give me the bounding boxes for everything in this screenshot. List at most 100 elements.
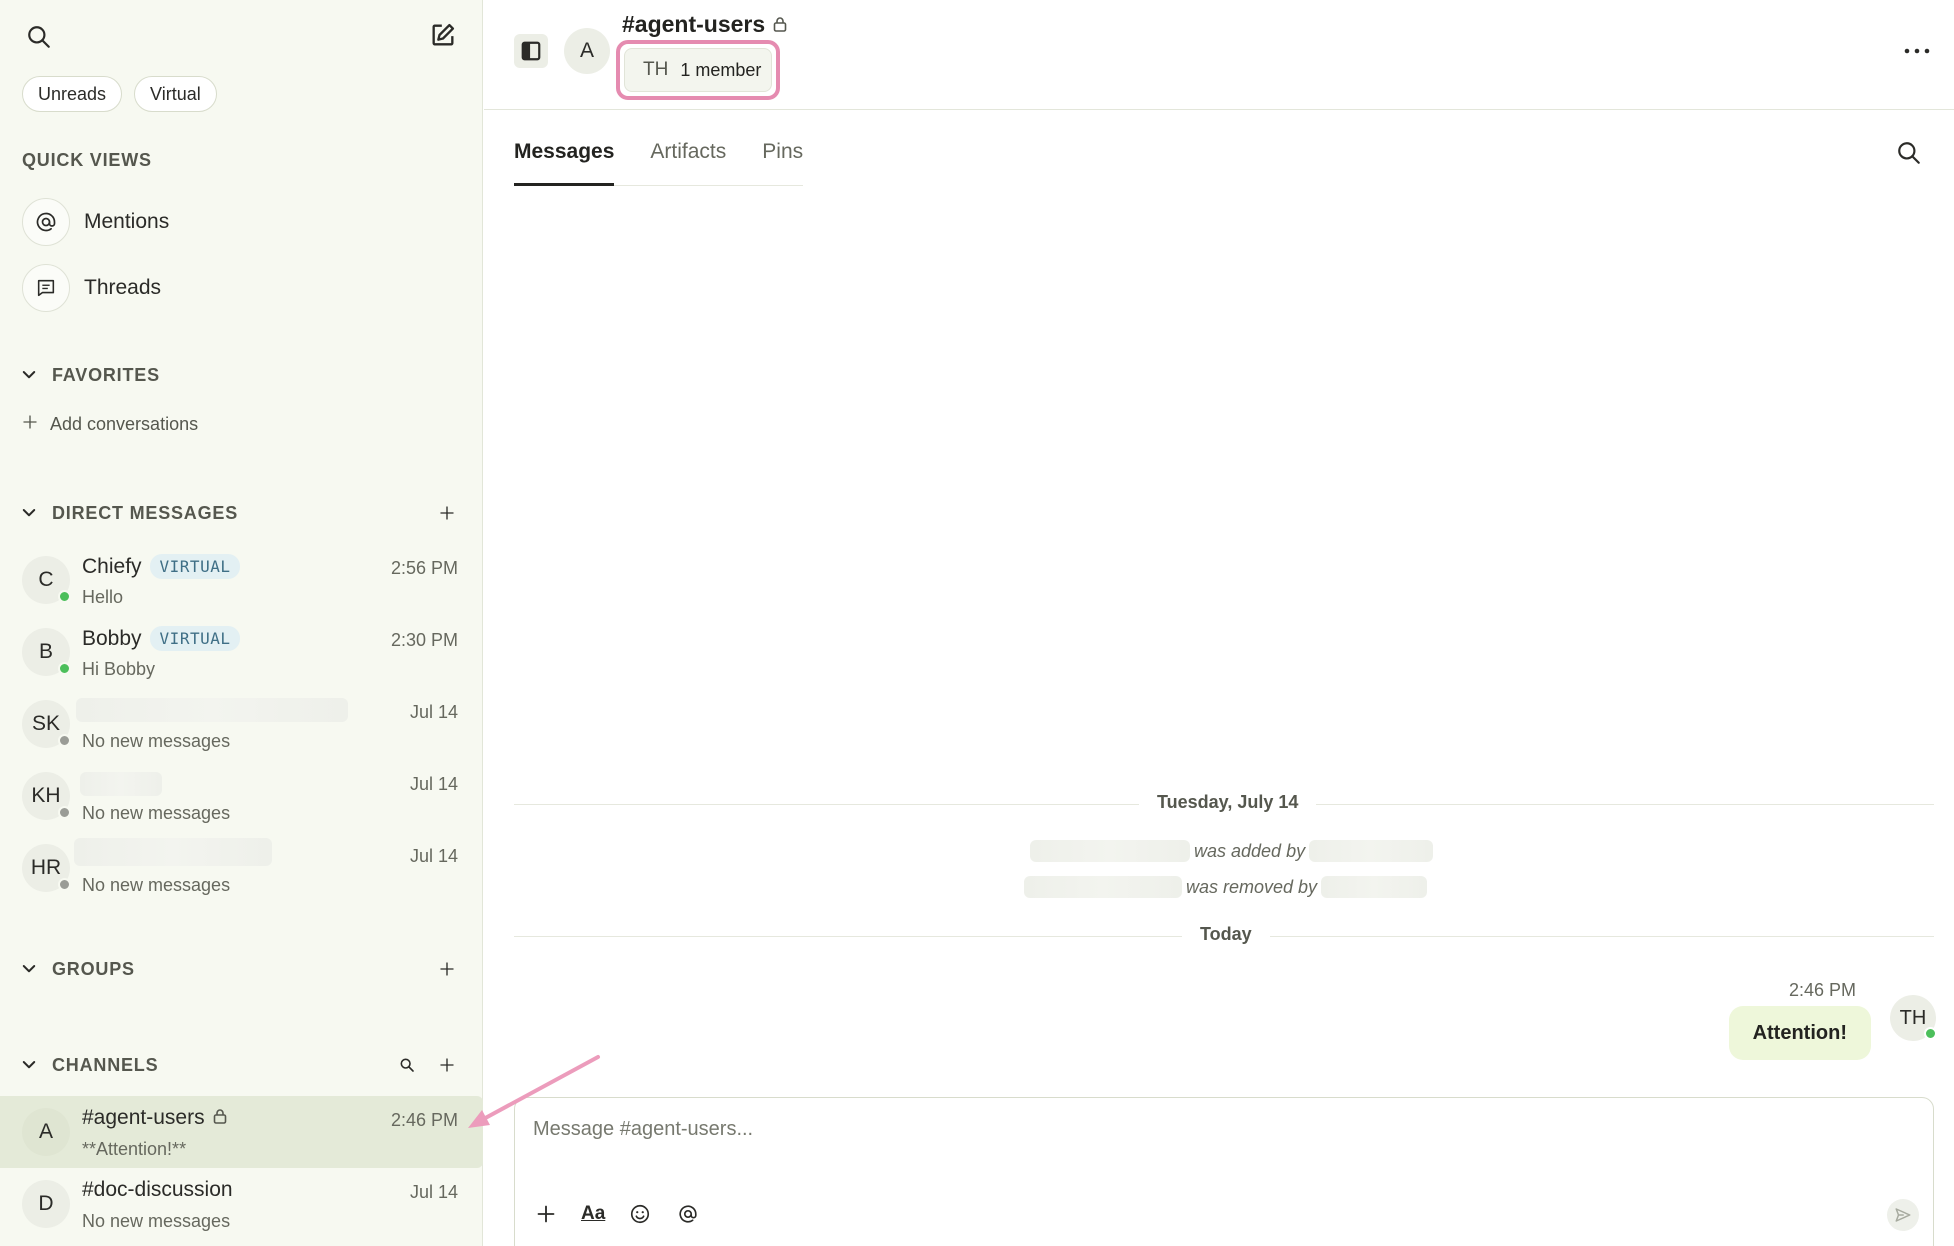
system-message-added: was added by [1030, 840, 1434, 862]
channel-time: 2:46 PM [390, 1110, 458, 1130]
system-message-removed: was removed by [1024, 876, 1428, 898]
search-messages-icon[interactable] [1894, 138, 1924, 168]
dm-actions [436, 498, 458, 528]
mentions-label: Mentions [84, 210, 170, 233]
avatar: TH [1890, 995, 1937, 1041]
members-button[interactable]: TH 1 member [624, 48, 772, 92]
avatar-initials: SK [31, 712, 60, 735]
emoji-icon[interactable] [627, 1201, 653, 1227]
dm-name-redacted [74, 838, 272, 866]
channel-tabs: Messages Artifacts Pins [514, 134, 804, 186]
plus-icon[interactable] [533, 1201, 559, 1227]
message-input[interactable] [533, 1112, 1913, 1146]
channel-preview: **Attention!** [82, 1139, 187, 1159]
chevron-down-icon[interactable] [18, 502, 40, 524]
quick-view-mentions[interactable]: Mentions [22, 198, 169, 246]
channel-name-text: #doc-discussion [82, 1178, 233, 1201]
redacted-name [80, 772, 162, 796]
add-conversations-button[interactable]: Add conversations [22, 414, 198, 435]
avatar: D [22, 1180, 70, 1228]
dm-time: Jul 14 [409, 846, 458, 866]
message-bubble[interactable]: Attention! [1728, 1006, 1871, 1060]
favorites-title: FAVORITES [52, 364, 160, 385]
virtual-badge: VIRTUAL [149, 554, 241, 579]
avatar-initials: TH [1899, 1006, 1927, 1029]
online-status-dot [58, 662, 71, 675]
system-message-text: was added by [1194, 840, 1306, 861]
add-group-button[interactable] [436, 958, 458, 980]
chevron-down-icon[interactable] [18, 364, 40, 386]
dm-name-redacted [76, 698, 348, 722]
plus-icon [22, 414, 38, 435]
channel-row-agent-users[interactable]: A #agent-users **Attention!** 2:46 PM [0, 1096, 483, 1168]
compose-icon[interactable] [426, 18, 460, 52]
chevron-down-icon[interactable] [18, 958, 40, 980]
avatar-initials: C [38, 568, 54, 591]
groups-header: GROUPS [18, 954, 458, 984]
direct-messages-title: DIRECT MESSAGES [52, 502, 239, 523]
avatar: SK [22, 700, 71, 748]
chevron-down-icon[interactable] [18, 1054, 40, 1076]
dm-time: 2:56 PM [390, 558, 458, 578]
channel-time: Jul 14 [409, 1182, 458, 1202]
online-status-dot [58, 590, 71, 603]
channel-avatar: A [564, 28, 610, 74]
dm-row-kh[interactable]: KH No new messages Jul 14 [0, 760, 483, 832]
message-time: 2:46 PM [1788, 980, 1856, 1000]
dm-row-bobby[interactable]: B Bobby VIRTUAL Hi Bobby 2:30 PM [0, 616, 483, 688]
filter-unreads[interactable]: Unreads [22, 76, 123, 112]
groups-title: GROUPS [52, 958, 135, 979]
channel-name-text: #agent-users [82, 1106, 205, 1129]
dm-row-sk[interactable]: SK No new messages Jul 14 [0, 688, 483, 760]
add-conversations-label: Add conversations [50, 414, 199, 434]
sidebar-top-bar [0, 0, 483, 70]
threads-label: Threads [84, 276, 162, 299]
direct-messages-header: DIRECT MESSAGES [18, 498, 458, 528]
member-highlight: TH 1 member [616, 40, 780, 100]
sidebar-toggle-icon[interactable] [514, 34, 548, 68]
member-initials: TH [643, 59, 669, 80]
search-icon[interactable] [22, 20, 56, 54]
dm-preview: Hello [82, 587, 124, 607]
add-dm-button[interactable] [436, 502, 458, 524]
filter-virtual[interactable]: Virtual [134, 76, 217, 112]
system-message-text: was removed by [1186, 876, 1318, 897]
search-channels-icon[interactable] [396, 1054, 418, 1076]
avatar: A [22, 1108, 70, 1156]
dm-name-redacted [80, 772, 162, 796]
tab-artifacts[interactable]: Artifacts [650, 134, 726, 186]
favorites-header: FAVORITES [18, 360, 458, 390]
threads-icon [22, 264, 70, 312]
avatar: C [22, 556, 71, 604]
more-options-icon[interactable] [1902, 36, 1932, 66]
lock-icon [773, 11, 787, 38]
avatar: HR [22, 844, 71, 892]
virtual-badge: VIRTUAL [149, 626, 241, 651]
avatar-initials: D [38, 1192, 54, 1215]
dm-name: Bobby VIRTUAL [82, 626, 241, 651]
offline-status-dot [58, 878, 71, 891]
channel-header: A #agent-users TH 1 member [484, 0, 1954, 110]
main-panel: A #agent-users TH 1 member Messages Arti… [484, 0, 1954, 1246]
add-channel-button[interactable] [436, 1054, 458, 1076]
format-button[interactable]: Aa [581, 1201, 605, 1227]
dm-row-chiefy[interactable]: C Chiefy VIRTUAL Hello 2:56 PM [0, 544, 483, 616]
redacted-user [1321, 876, 1428, 898]
channel-row-doc-discussion[interactable]: D #doc-discussion No new messages Jul 14 [0, 1168, 483, 1240]
channel-name: #agent-users [82, 1106, 227, 1130]
dm-preview: No new messages [82, 731, 231, 751]
tab-messages[interactable]: Messages [514, 134, 615, 186]
quick-view-threads[interactable]: Threads [22, 264, 161, 312]
quick-views-title: QUICK VIEWS [22, 150, 152, 170]
dm-row-hr[interactable]: HR No new messages Jul 14 [0, 832, 483, 904]
at-icon [22, 198, 70, 246]
lock-icon [213, 1106, 227, 1130]
tab-pins[interactable]: Pins [762, 134, 803, 186]
dm-preview: Hi Bobby [82, 659, 156, 679]
channels-header: CHANNELS [18, 1050, 458, 1080]
online-status-dot [1924, 1027, 1937, 1040]
avatar: B [22, 628, 71, 676]
dm-time: Jul 14 [409, 702, 458, 722]
send-icon[interactable] [1887, 1199, 1919, 1231]
mention-icon[interactable] [675, 1201, 701, 1227]
